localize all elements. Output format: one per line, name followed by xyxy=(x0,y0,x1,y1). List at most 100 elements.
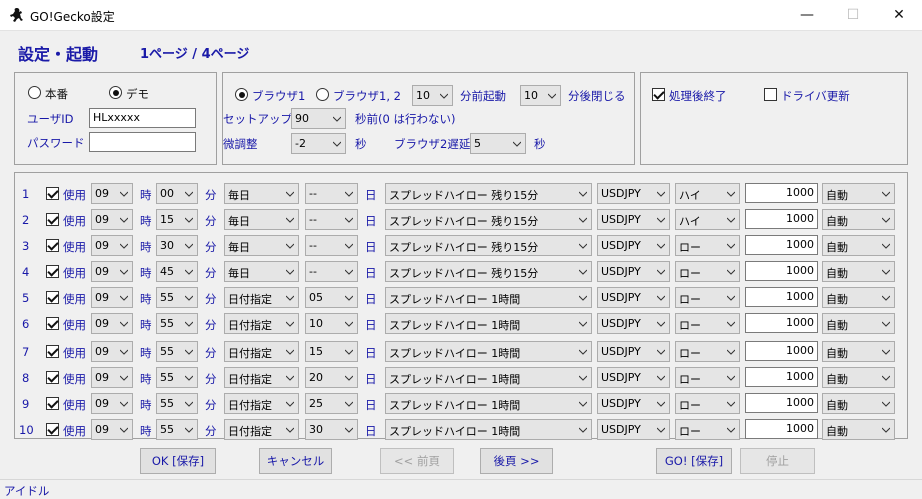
amount-field[interactable]: 1000 xyxy=(745,235,818,255)
go-save-button[interactable]: GO! [保存] xyxy=(656,448,732,474)
amount-field[interactable]: 1000 xyxy=(745,419,818,439)
currency-pair-select[interactable]: USDJPY xyxy=(597,367,670,388)
frequency-select[interactable]: 日付指定 xyxy=(224,341,299,362)
row-use-label[interactable]: 使用 xyxy=(63,265,86,281)
amount-field[interactable]: 1000 xyxy=(745,393,818,413)
day-select[interactable]: 15 xyxy=(305,341,358,362)
currency-pair-select[interactable]: USDJPY xyxy=(597,313,670,334)
currency-pair-select[interactable]: USDJPY xyxy=(597,287,670,308)
amount-field[interactable]: 1000 xyxy=(745,183,818,203)
frequency-select[interactable]: 日付指定 xyxy=(224,367,299,388)
password-field[interactable] xyxy=(89,132,196,152)
direction-select[interactable]: ロー xyxy=(675,341,740,362)
day-select[interactable]: 30 xyxy=(305,419,358,440)
row-use-checkbox[interactable] xyxy=(46,187,59,200)
row-use-label[interactable]: 使用 xyxy=(63,239,86,255)
minute-select[interactable]: 00 xyxy=(156,183,198,204)
row-use-label[interactable]: 使用 xyxy=(63,213,86,229)
direction-select[interactable]: ロー xyxy=(675,235,740,256)
day-select[interactable]: 05 xyxy=(305,287,358,308)
minute-select[interactable]: 55 xyxy=(156,367,198,388)
row-use-checkbox[interactable] xyxy=(46,345,59,358)
driver-update-checkbox[interactable] xyxy=(764,88,777,101)
row-use-checkbox[interactable] xyxy=(46,291,59,304)
direction-select[interactable]: ロー xyxy=(675,261,740,282)
frequency-select[interactable]: 毎日 xyxy=(224,261,299,282)
setup-select[interactable]: 90 xyxy=(291,108,346,129)
hour-select[interactable]: 09 xyxy=(91,183,133,204)
hour-select[interactable]: 09 xyxy=(91,341,133,362)
mode-real-radio[interactable] xyxy=(28,86,41,99)
row-use-checkbox[interactable] xyxy=(46,397,59,410)
browser12-radio[interactable] xyxy=(316,88,329,101)
day-select[interactable]: -- xyxy=(305,235,358,256)
direction-select[interactable]: ロー xyxy=(675,419,740,440)
row-use-label[interactable]: 使用 xyxy=(63,423,86,439)
day-select[interactable]: -- xyxy=(305,209,358,230)
ok-save-button[interactable]: OK [保存] xyxy=(140,448,216,474)
hour-select[interactable]: 09 xyxy=(91,209,133,230)
frequency-select[interactable]: 毎日 xyxy=(224,183,299,204)
trade-type-select[interactable]: スプレッドハイロー 1時間 xyxy=(385,341,592,362)
trade-type-select[interactable]: スプレッドハイロー 1時間 xyxy=(385,313,592,334)
prev-page-button[interactable]: << 前頁 xyxy=(380,448,454,474)
mode-select[interactable]: 自動 xyxy=(822,341,895,362)
day-select[interactable]: -- xyxy=(305,261,358,282)
hour-select[interactable]: 09 xyxy=(91,287,133,308)
maximize-button[interactable]: ☐ xyxy=(830,0,876,31)
direction-select[interactable]: ロー xyxy=(675,367,740,388)
direction-select[interactable]: ロー xyxy=(675,313,740,334)
amount-field[interactable]: 1000 xyxy=(745,367,818,387)
mode-select[interactable]: 自動 xyxy=(822,419,895,440)
close-button[interactable]: ✕ xyxy=(876,0,922,31)
trade-type-select[interactable]: スプレッドハイロー 1時間 xyxy=(385,287,592,308)
browser1-radio[interactable] xyxy=(235,88,248,101)
minute-select[interactable]: 55 xyxy=(156,313,198,334)
minute-select[interactable]: 55 xyxy=(156,393,198,414)
direction-select[interactable]: ロー xyxy=(675,287,740,308)
hour-select[interactable]: 09 xyxy=(91,393,133,414)
userid-field[interactable]: HLxxxxx xyxy=(89,108,196,128)
row-use-checkbox[interactable] xyxy=(46,317,59,330)
hour-select[interactable]: 09 xyxy=(91,313,133,334)
browser12-label[interactable]: ブラウザ1, 2 xyxy=(333,88,401,104)
minimize-button[interactable]: — xyxy=(784,0,830,31)
exit-after-checkbox[interactable] xyxy=(652,88,665,101)
direction-select[interactable]: ハイ xyxy=(675,183,740,204)
trade-type-select[interactable]: スプレッドハイロー 1時間 xyxy=(385,367,592,388)
fine-tune-select[interactable]: -2 xyxy=(291,133,346,154)
row-use-checkbox[interactable] xyxy=(46,423,59,436)
currency-pair-select[interactable]: USDJPY xyxy=(597,183,670,204)
row-use-label[interactable]: 使用 xyxy=(63,371,86,387)
mode-demo-label[interactable]: デモ xyxy=(126,86,149,102)
trade-type-select[interactable]: スプレッドハイロー 残り15分 xyxy=(385,235,592,256)
trade-type-select[interactable]: スプレッドハイロー 1時間 xyxy=(385,419,592,440)
trade-type-select[interactable]: スプレッドハイロー 1時間 xyxy=(385,393,592,414)
frequency-select[interactable]: 日付指定 xyxy=(224,393,299,414)
direction-select[interactable]: ハイ xyxy=(675,209,740,230)
title-bar[interactable]: GO!Gecko設定 — ☐ ✕ xyxy=(0,0,922,31)
mode-select[interactable]: 自動 xyxy=(822,287,895,308)
exit-after-label[interactable]: 処理後終了 xyxy=(669,88,727,104)
currency-pair-select[interactable]: USDJPY xyxy=(597,419,670,440)
trade-type-select[interactable]: スプレッドハイロー 残り15分 xyxy=(385,209,592,230)
row-use-checkbox[interactable] xyxy=(46,213,59,226)
mode-select[interactable]: 自動 xyxy=(822,183,895,204)
driver-update-label[interactable]: ドライバ更新 xyxy=(781,88,850,104)
amount-field[interactable]: 1000 xyxy=(745,209,818,229)
mode-select[interactable]: 自動 xyxy=(822,313,895,334)
currency-pair-select[interactable]: USDJPY xyxy=(597,341,670,362)
row-use-label[interactable]: 使用 xyxy=(63,291,86,307)
currency-pair-select[interactable]: USDJPY xyxy=(597,235,670,256)
next-page-button[interactable]: 後頁 >> xyxy=(480,448,553,474)
currency-pair-select[interactable]: USDJPY xyxy=(597,393,670,414)
day-select[interactable]: -- xyxy=(305,183,358,204)
day-select[interactable]: 25 xyxy=(305,393,358,414)
row-use-label[interactable]: 使用 xyxy=(63,317,86,333)
start-before-select[interactable]: 10 xyxy=(412,85,453,106)
mode-select[interactable]: 自動 xyxy=(822,235,895,256)
trade-type-select[interactable]: スプレッドハイロー 残り15分 xyxy=(385,261,592,282)
stop-button[interactable]: 停止 xyxy=(740,448,815,474)
day-select[interactable]: 10 xyxy=(305,313,358,334)
cancel-button[interactable]: キャンセル xyxy=(259,448,332,474)
